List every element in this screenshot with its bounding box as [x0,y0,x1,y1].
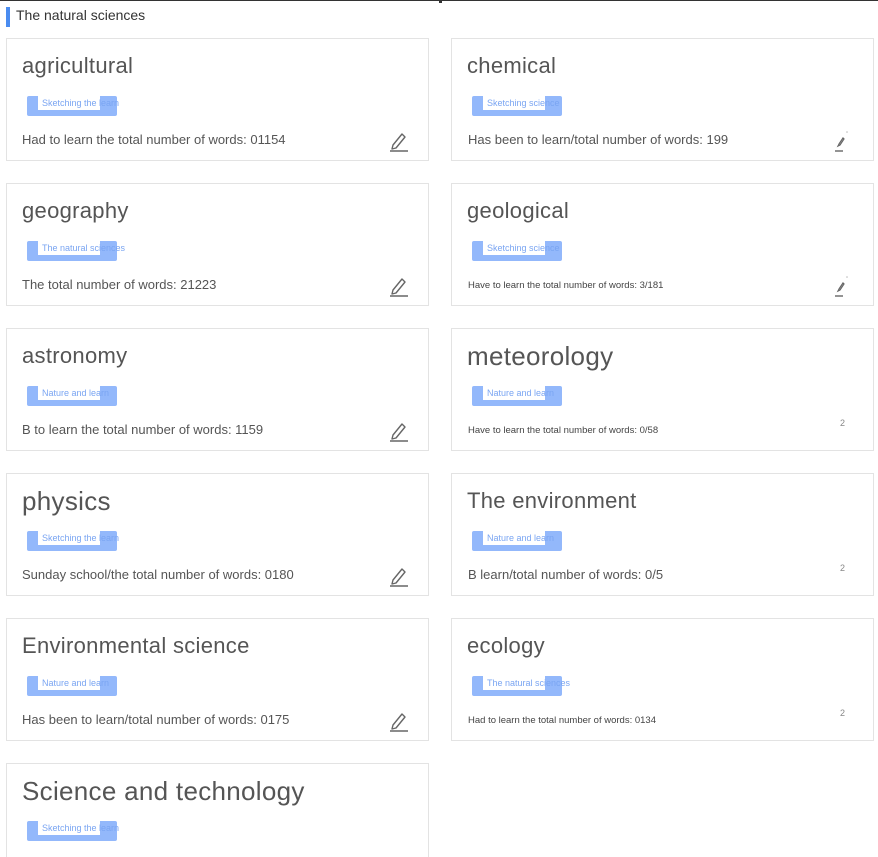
subject-card-geological[interactable]: geological Sketching science Have to lea… [451,183,874,306]
category-tag[interactable]: Nature and learn [27,676,117,696]
category-tag[interactable]: The natural sciences [472,676,570,696]
category-tag-label: The natural sciences [487,678,571,688]
subject-card-chemical[interactable]: chemical Sketching science Has been to l… [451,38,874,161]
card-number: 2 [839,708,845,718]
word-count-info: B to learn the total number of words: 11… [22,422,264,437]
section-title: The natural sciences [16,7,146,23]
card-title: The environment [467,488,637,513]
subject-card-the-environment[interactable]: The environment Nature and learn B learn… [451,473,874,596]
category-tag-label: Sketching science [487,243,560,253]
pencil-icon[interactable] [389,130,409,152]
card-title: astronomy [22,343,128,368]
word-count-info: The total number of words: 21223 [22,277,217,292]
card-number: 2 [839,563,845,573]
pencil-icon[interactable] [389,420,409,442]
card-title: ecology [467,633,545,658]
card-title: Science and technology [22,776,305,806]
word-count-info: Have to learn the total number of words:… [468,425,659,436]
category-tag-label: Sketching science [487,98,560,108]
word-count-info: Had to learn the total number of words: … [468,715,657,726]
category-tag[interactable]: Sketching the learn [27,821,120,841]
subject-card-astronomy[interactable]: astronomy Nature and learn B to learn th… [6,328,429,451]
card-title: meteorology [467,341,614,371]
category-tag[interactable]: Sketching science [472,96,562,116]
category-tag[interactable]: The natural sciences [27,241,125,261]
category-tag-label: Nature and learn [487,533,555,543]
subject-card-meteorology[interactable]: meteorology Nature and learn Have to lea… [451,328,874,451]
pencil-icon[interactable] [389,710,409,732]
category-tag[interactable]: Nature and learn [472,531,562,551]
card-title: geological [467,198,570,223]
pencil-icon[interactable] [389,565,409,587]
subject-card-science-and-technology[interactable]: Science and technology Sketching the lea… [6,763,429,857]
word-count-info: Has been to learn/total number of words:… [468,132,729,147]
pencil-icon[interactable] [831,130,851,152]
category-tag[interactable]: Sketching the learn [27,531,120,551]
word-count-info: Sunday school/the total number of words:… [22,567,294,582]
card-title: physics [22,486,111,516]
card-title: agricultural [22,53,134,78]
category-tag-label: Nature and learn [42,678,110,688]
category-tag-label: Sketching the learn [42,823,120,833]
category-tag-label: Nature and learn [487,388,555,398]
card-title: Environmental science [22,633,250,658]
category-tag-label: The natural sciences [42,243,126,253]
category-tag[interactable]: Sketching science [472,241,562,261]
category-tag[interactable]: Sketching the learn [27,96,120,116]
card-title: chemical [467,53,557,78]
subject-card-ecology[interactable]: ecology The natural sciences Had to lear… [451,618,874,741]
category-tag-label: Sketching the learn [42,98,120,108]
subject-card-environmental-science[interactable]: Environmental science Nature and learn H… [6,618,429,741]
subject-card-geography[interactable]: geography The natural sciences The total… [6,183,429,306]
category-tag[interactable]: Nature and learn [27,386,117,406]
top-divider-notch [439,0,442,3]
category-tag-label: Nature and learn [42,388,110,398]
section-accent-bar [6,7,10,27]
word-count-info: Has been to learn/total number of words:… [22,712,290,727]
category-tag-label: Sketching the learn [42,533,120,543]
word-count-info: Have to learn the total number of words:… [468,280,664,291]
card-number: 2 [839,418,845,428]
pencil-icon[interactable] [389,275,409,297]
word-count-info: B learn/total number of words: 0/5 [468,567,664,582]
word-count-info: Had to learn the total number of words: … [22,132,286,147]
pencil-icon[interactable] [831,275,851,297]
subject-card-physics[interactable]: physics Sketching the learn Sunday schoo… [6,473,429,596]
category-tag[interactable]: Nature and learn [472,386,562,406]
card-title: geography [22,198,129,223]
subject-card-agricultural[interactable]: agricultural Sketching the learn Had to … [6,38,429,161]
